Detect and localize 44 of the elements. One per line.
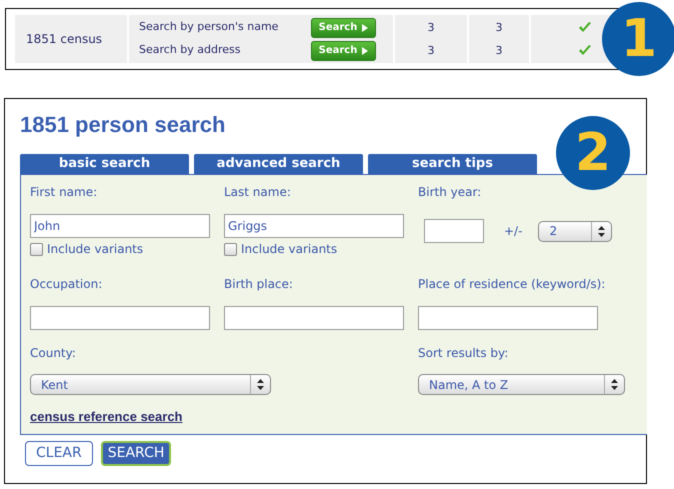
field-label: County: bbox=[30, 346, 77, 361]
search-button[interactable]: Search bbox=[311, 18, 376, 38]
play-icon bbox=[362, 24, 368, 32]
search-button[interactable]: SEARCH bbox=[100, 441, 172, 466]
field-label: Occupation: bbox=[30, 277, 102, 292]
field-label: Birth place: bbox=[224, 277, 293, 292]
arrows-icon bbox=[257, 379, 264, 390]
number-badge: 2 bbox=[556, 116, 630, 190]
dropdown[interactable]: 2 bbox=[538, 220, 612, 242]
search-option: Search by address bbox=[139, 42, 311, 59]
input-field[interactable] bbox=[424, 219, 484, 243]
field-label: Last name: bbox=[224, 185, 292, 200]
field-label: Sort results by: bbox=[418, 346, 510, 361]
checkbox[interactable] bbox=[30, 242, 43, 256]
range-label: +/- bbox=[504, 224, 522, 238]
page-title: 1851 person search bbox=[20, 111, 226, 139]
checkbox-label: Include variants bbox=[47, 241, 144, 258]
number-badge: 1 bbox=[602, 2, 674, 76]
table-cell: 1851 census bbox=[15, 15, 127, 63]
census-reference-link[interactable]: census reference search bbox=[30, 407, 182, 426]
tab[interactable]: search tips bbox=[368, 154, 537, 174]
search-button[interactable]: Search bbox=[311, 40, 376, 60]
input-field[interactable] bbox=[224, 306, 404, 330]
table-cell-text: 3 bbox=[496, 42, 502, 58]
checkbox-label: Include variants bbox=[241, 241, 338, 258]
checkbox[interactable] bbox=[224, 242, 237, 256]
input-field[interactable]: Griggs bbox=[224, 214, 404, 238]
input-field[interactable] bbox=[418, 306, 598, 330]
tab[interactable]: advanced search bbox=[194, 154, 363, 174]
arrows-icon bbox=[611, 379, 618, 390]
field-label: Place of residence (keyword/s): bbox=[418, 277, 606, 292]
table-cell-text: 3 bbox=[496, 20, 502, 36]
play-icon bbox=[362, 46, 368, 54]
clear-button[interactable]: CLEAR bbox=[25, 441, 93, 466]
dropdown[interactable]: Kent bbox=[30, 374, 271, 395]
field-label: Birth year: bbox=[418, 185, 482, 200]
dropdown[interactable]: Name, A to Z bbox=[418, 374, 625, 395]
table-cell-text: 3 bbox=[428, 42, 434, 58]
input-field[interactable] bbox=[30, 306, 210, 330]
search-option: Search by person's name bbox=[139, 19, 311, 36]
table-cell-text: 3 bbox=[428, 20, 434, 36]
arrows-icon bbox=[598, 226, 606, 236]
field-label: First name: bbox=[30, 185, 98, 200]
tab[interactable]: basic search bbox=[20, 154, 189, 174]
